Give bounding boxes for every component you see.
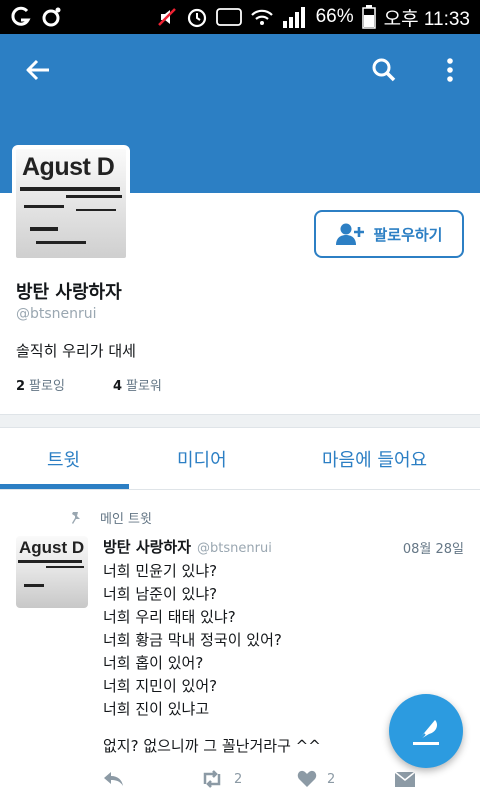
direct-message-button[interactable] [394, 770, 416, 788]
tab-likes[interactable]: 마음에 들어요 [322, 446, 427, 472]
following-stat[interactable]: 2 팔로잉 [16, 375, 65, 394]
tweet-actions: 2 2 [102, 766, 422, 792]
following-label: 팔로잉 [29, 379, 65, 394]
pinned-label: 메인 트윗 [100, 512, 152, 527]
tweet-author-handle[interactable]: @btsnenrui [197, 541, 272, 556]
profile-bio: 솔직히 우리가 대세 [16, 342, 136, 360]
profile-tabs: 트윗 미디어 마음에 들어요 [0, 428, 480, 490]
search-button[interactable] [362, 48, 406, 92]
follow-button-label: 팔로우하기 [373, 225, 443, 244]
add-user-icon [336, 223, 365, 245]
tweet-date: 08월 28일 [402, 542, 464, 557]
tweet-line: 너희 황금 막내 정국이 있어? [103, 631, 282, 649]
following-count: 2 [16, 379, 26, 394]
battery-icon [361, 5, 376, 29]
like-count: 2 [327, 771, 336, 787]
tweet-line: 너희 남준이 있냐? [103, 585, 218, 603]
retweet-icon [203, 770, 221, 788]
avatar-stripe [24, 584, 44, 587]
followers-label: 팔로워 [125, 379, 162, 394]
avatar-stripe [18, 560, 82, 563]
mute-icon [156, 6, 178, 28]
more-vertical-icon [447, 58, 453, 82]
tab-tweets[interactable]: 트윗 [47, 446, 80, 472]
overflow-menu-button[interactable] [428, 48, 472, 92]
avatar-stripe [46, 566, 84, 568]
envelope-icon [394, 771, 416, 787]
retweet-button[interactable]: 2 [200, 770, 242, 788]
avatar-stripe [24, 205, 64, 208]
avatar-stripe [20, 187, 120, 191]
compose-tweet-button[interactable] [389, 694, 463, 768]
hd-icon [215, 8, 242, 26]
alarm-icon [186, 6, 208, 28]
search-icon [372, 58, 396, 82]
status-bar: 66% 오후 11:33 [0, 0, 480, 34]
reply-button[interactable] [102, 770, 124, 788]
profile-display-name: 방탄 사랑하자 [16, 282, 122, 303]
tweet-line: 너희 홉이 있어? [103, 654, 204, 672]
wifi-icon [250, 7, 274, 27]
tweet-author-name[interactable]: 방탄 사랑하자 [103, 536, 191, 557]
battery-percent: 66% [315, 6, 354, 27]
active-tab-indicator [0, 484, 129, 489]
avatar-brand-text: Agust D [22, 153, 115, 181]
avatar-stripe [36, 241, 86, 244]
tweet-line: 너희 진이 있냐고 [103, 700, 210, 718]
back-button[interactable] [16, 48, 60, 92]
arrow-left-icon [26, 59, 49, 81]
tweet-text[interactable]: 너희 민윤기 있냐? 너희 남준이 있냐? 너희 우리 태태 있냐? 너희 황금… [103, 560, 282, 721]
signal-icon [282, 6, 308, 28]
app-g-icon [10, 6, 32, 28]
clock: 오후 11:33 [383, 8, 470, 30]
avatar-stripe [76, 209, 116, 211]
tweet-line: 너희 우리 태태 있냐? [103, 608, 236, 626]
profile-stats: 2 팔로잉 4 팔로워 [16, 375, 162, 394]
pin-icon [72, 511, 80, 524]
app-o-icon [40, 6, 62, 28]
compose-feather-icon [413, 720, 439, 745]
follow-button[interactable]: 팔로우하기 [314, 210, 464, 258]
retweet-count: 2 [234, 771, 243, 787]
avatar-stripe [66, 195, 122, 198]
avatar-stripe [30, 227, 58, 231]
heart-icon [297, 770, 317, 787]
tweet-line: 없지? 없으니까 그 꼴난거라구 ^^ [103, 737, 321, 755]
followers-count: 4 [112, 379, 122, 394]
tab-media[interactable]: 미디어 [177, 446, 227, 472]
tweet-header: 방탄 사랑하자 @btsnenrui [103, 536, 272, 557]
tweet-line: 너희 민윤기 있냐? [103, 562, 218, 580]
tweet-avatar[interactable]: Agust D [16, 536, 88, 608]
like-button[interactable]: 2 [297, 770, 335, 788]
profile-handle: @btsnenrui [16, 306, 97, 322]
pinned-tweet-header: 메인 트윗 [68, 508, 152, 527]
followers-stat[interactable]: 4 팔로워 [113, 375, 162, 394]
profile-avatar[interactable]: Agust D [12, 145, 130, 262]
tweet-avatar-brand-text: Agust D [19, 538, 85, 557]
section-divider [0, 414, 480, 428]
reply-icon [104, 772, 123, 786]
tweet-line: 너희 지민이 있어? [103, 677, 218, 695]
